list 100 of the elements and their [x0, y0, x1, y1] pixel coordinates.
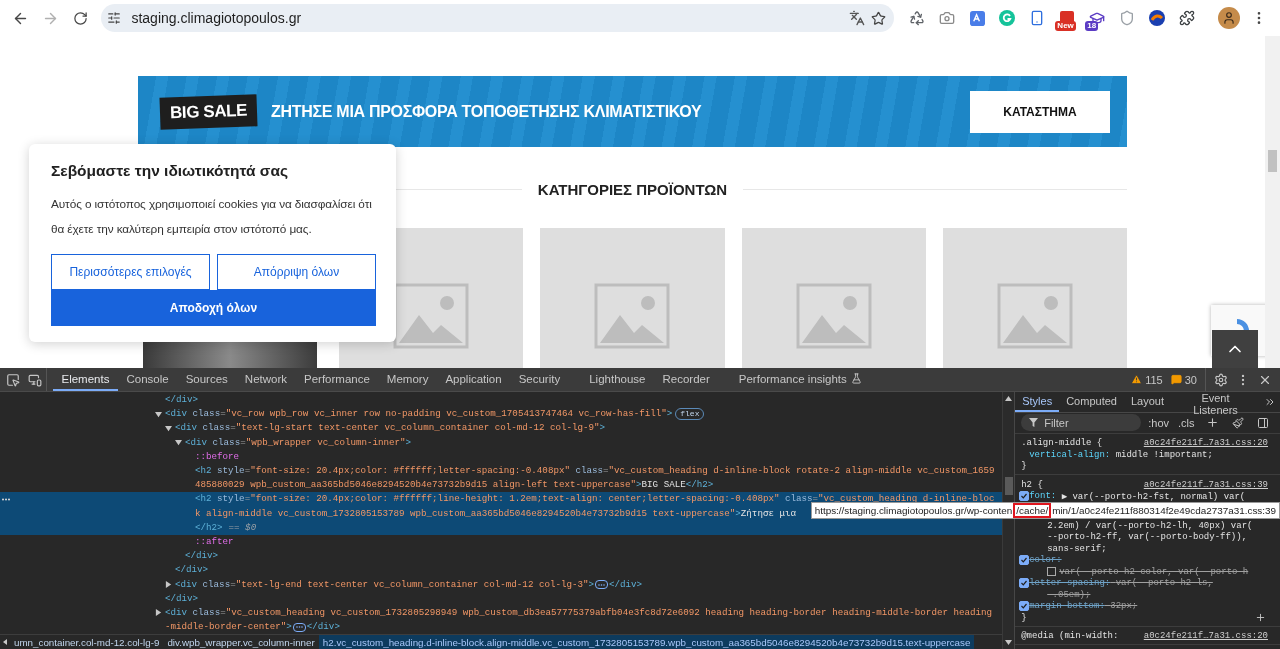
extensions-icon: [1179, 10, 1196, 26]
property-checkbox[interactable]: [1019, 578, 1030, 589]
breadcrumb-item[interactable]: h2.vc_custom_heading.d-inline-block.align-middle.vc_custom_1732805153789.wpb_custom_aa365bd5046e8294520b4e73732b9d15.text-uppercase: [318, 635, 975, 649]
cookie-text: Αυτός ο ιστότοπος χρησιμοποιεί cookies για να διασφαλίσει ότι θα έχετε την καλύτερη εμπειρία στον ιστότοπό μας.: [51, 196, 373, 238]
expanded-triangle-icon[interactable]: [155, 410, 162, 418]
style-toggle-button[interactable]: .cls: [1176, 416, 1197, 429]
camera-icon: [939, 10, 956, 26]
devtools-tab[interactable]: Sources: [177, 368, 237, 391]
closing-tag: </div>: [306, 620, 340, 634]
extension-button[interactable]: 18: [1088, 7, 1107, 29]
ring-logo-icon: [999, 10, 1016, 26]
css-value[interactable]: ▶ var(--porto-h2-fst, normal) var(: [1056, 490, 1246, 502]
add-rule-icon[interactable]: [1205, 416, 1219, 430]
page-scrollbar[interactable]: [1265, 36, 1280, 368]
property-checkbox[interactable]: [1019, 555, 1030, 566]
cookie-option-button[interactable]: Περισσότερες επιλογές: [51, 254, 210, 290]
address-bar[interactable]: staging.climagiotopoulos.gr: [101, 4, 895, 32]
closing-tag: </div>: [165, 591, 199, 606]
breadcrumb-item[interactable]: div.wpb_wrapper.vc_column-inner: [163, 635, 319, 649]
sale-tag: BIG SALE: [159, 93, 258, 130]
pseudo-element-line: ::before: [195, 449, 240, 464]
breadcrumb-item[interactable]: umn_container.col-md-12.col-lg-9: [10, 635, 164, 649]
devtools-tab[interactable]: Recorder: [654, 368, 719, 391]
css-property[interactable]: letter-spacing:: [1029, 578, 1111, 589]
pseudo-element-line: ::after: [195, 534, 234, 549]
css-value: sans-serif;: [1047, 543, 1107, 554]
inspect-element-icon[interactable]: [6, 372, 20, 387]
image-icon: [795, 283, 872, 349]
expanded-triangle-icon[interactable]: [165, 424, 172, 432]
property-checkbox[interactable]: [1019, 601, 1030, 612]
extension-badge: 18: [1085, 21, 1099, 31]
css-property[interactable]: margin-bottom:: [1029, 601, 1105, 612]
site-settings-icon[interactable]: [107, 11, 122, 25]
scroll-up-icon[interactable]: [1005, 396, 1013, 401]
more-tabs-icon[interactable]: [1264, 396, 1276, 408]
message-icon: [1170, 374, 1182, 385]
extension-button[interactable]: [1148, 7, 1167, 29]
styles-tab[interactable]: Computed: [1059, 392, 1124, 412]
collapsed-triangle-icon[interactable]: [165, 581, 172, 589]
devtools-tab[interactable]: Lighthouse: [580, 368, 654, 391]
stylesheet-link[interactable]: a0c24fe211f…7a31.css:20: [1143, 438, 1268, 449]
image-icon: [996, 283, 1073, 349]
scrollbar-thumb[interactable]: [1004, 476, 1013, 495]
css-value[interactable]: middle !important;: [1110, 449, 1213, 460]
styles-tab[interactable]: Layout: [1123, 392, 1171, 412]
devtools-tab[interactable]: Performance insights: [730, 368, 871, 391]
selected-row-highlight[interactable]: <h2 style="font-size: 20.4px;color: #ffffff;line-height: 1.2em;text-align: center;letter-spacing:-0.408px" class="vc_custom_heading d-inline-bloc: [0, 492, 1003, 507]
extension-button[interactable]: New: [1058, 7, 1077, 29]
style-toggle-button[interactable]: :hov: [1146, 416, 1171, 429]
stylesheet-link[interactable]: a0c24fe211f…7a31.css:20: [1143, 631, 1268, 642]
color-swatch-icon[interactable]: [1047, 567, 1057, 577]
code-line: <div class="text-lg-end text-center vc_column_container col-md-12 col-lg-3">: [175, 577, 595, 592]
settings-icon[interactable]: [1214, 372, 1228, 387]
profile-avatar[interactable]: [1218, 7, 1241, 29]
code-line: <div class="text-lg-start text-center vc_column_container col-md-12 col-lg-9">: [175, 421, 606, 436]
ellipsis-badge-icon[interactable]: [595, 580, 609, 590]
css-value: -.05em);: [1047, 589, 1091, 600]
css-value[interactable]: 32px;: [1104, 601, 1138, 612]
rule-close-brace: }: [1021, 612, 1027, 623]
devtools-tab[interactable]: Memory: [378, 368, 437, 391]
ellipsis-icon[interactable]: [2, 497, 10, 501]
warning-icon: [1131, 374, 1143, 385]
styles-tab[interactable]: Styles: [1015, 392, 1060, 412]
sidebar-toggle-icon[interactable]: [1256, 416, 1269, 429]
property-checkbox[interactable]: [1019, 491, 1030, 502]
styles-tab[interactable]: Event Listeners: [1170, 392, 1260, 412]
closing-tag: </div>: [175, 563, 209, 578]
devtools-tab[interactable]: Performance: [295, 368, 379, 391]
warnings-counter[interactable]: 115: [1127, 368, 1167, 391]
css-property[interactable]: color:: [1029, 555, 1062, 566]
code-line: -middle-border-center">: [165, 620, 292, 634]
accept-button[interactable]: Αποδοχή όλων: [51, 290, 376, 326]
shop-button[interactable]: ΚΑΤΑΣΤΗΜΑ: [970, 90, 1110, 133]
ellipsis-badge-icon[interactable]: [292, 622, 306, 632]
cookie-option-button[interactable]: Απόρριψη όλων: [217, 254, 376, 290]
devtools-tab[interactable]: Console: [117, 368, 178, 391]
devtools-tab[interactable]: Application: [436, 368, 511, 391]
translate-icon[interactable]: [849, 10, 866, 26]
expanded-triangle-icon[interactable]: [175, 439, 182, 447]
recycle-icon: [909, 10, 926, 26]
css-property[interactable]: vertical-align:: [1029, 449, 1111, 460]
stylesheet-link[interactable]: a0c24fe211f…7a31.css:39: [1143, 479, 1268, 490]
graduation-cap-icon: [1089, 10, 1106, 26]
paintbrush-icon[interactable]: [1231, 416, 1244, 429]
image-icon: [594, 283, 671, 349]
closing-tag: </div>: [609, 577, 643, 592]
css-property[interactable]: font:: [1029, 491, 1057, 502]
reload-icon[interactable]: [73, 10, 89, 26]
devtools-tab[interactable]: Elements: [53, 368, 118, 391]
filter-icon: [1029, 418, 1039, 428]
devtools-tab[interactable]: Network: [236, 368, 296, 391]
devtools-tab[interactable]: Security: [510, 368, 569, 391]
scroll-down-icon[interactable]: [1005, 640, 1013, 645]
add-property-icon[interactable]: [1255, 612, 1266, 624]
css-value[interactable]: var(--porto-h2-ls,: [1110, 578, 1213, 589]
issues-counter[interactable]: 30: [1166, 368, 1206, 391]
collapsed-triangle-icon[interactable]: [155, 609, 162, 617]
filter-field[interactable]: Filter: [1021, 414, 1142, 432]
bookmark-star-icon[interactable]: [871, 10, 887, 26]
device-toolbar-icon[interactable]: [28, 372, 42, 387]
